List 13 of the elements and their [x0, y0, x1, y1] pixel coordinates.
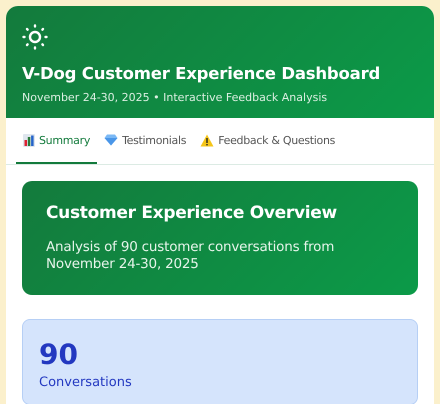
stat-value: 90: [39, 338, 79, 371]
tab[interactable]: Summary: [16, 118, 98, 164]
tab[interactable]: Testimonials: [97, 118, 194, 164]
gem-icon: [104, 134, 118, 146]
dashboard-title: V-Dog Customer Experience Dashboard: [22, 64, 382, 83]
tab[interactable]: Feedback & Questions: [193, 118, 342, 164]
sun-icon: [22, 24, 48, 50]
overview-text: Analysis of 90 customer conversations from November 24-30, 2025: [46, 239, 336, 273]
dashboard-subtitle: November 24-30, 2025 • Interactive Feedback Analysis: [22, 91, 328, 104]
overview-title: Customer Experience Overview: [46, 203, 338, 223]
bar-chart-icon: [23, 134, 35, 146]
stat-label: Conversations: [39, 374, 133, 390]
warning-icon: [200, 134, 214, 146]
